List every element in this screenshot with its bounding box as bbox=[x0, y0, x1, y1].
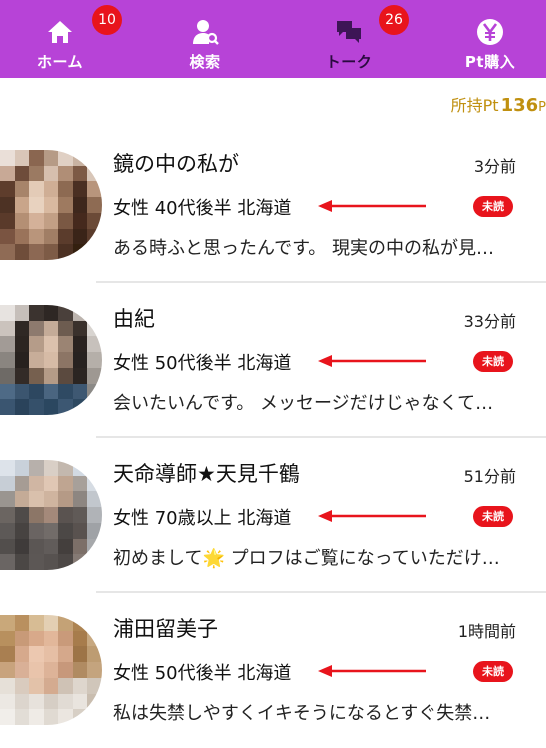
sender-name: 由紀 bbox=[113, 307, 155, 331]
unread-badge: 未読 bbox=[473, 506, 513, 527]
unread-badge: 未読 bbox=[473, 196, 513, 217]
sender-profile: 女性 40代後半 北海道 bbox=[113, 198, 292, 219]
sender-profile: 女性 50代後半 北海道 bbox=[113, 663, 292, 684]
home-icon bbox=[48, 21, 72, 43]
timestamp: 51分前 bbox=[463, 467, 516, 486]
nav-label-talk: トーク bbox=[325, 53, 373, 71]
red-arrow-icon bbox=[318, 665, 426, 677]
unread-badge: 未読 bbox=[473, 661, 513, 682]
red-arrow-icon bbox=[318, 355, 426, 367]
nav-item-buy-points[interactable]: Pt購入 bbox=[430, 0, 546, 78]
points-label: 所持Pt bbox=[450, 96, 499, 115]
timestamp: 33分前 bbox=[463, 312, 516, 331]
sender-profile: 女性 50代後半 北海道 bbox=[113, 353, 292, 374]
pixelated-photo bbox=[0, 615, 102, 725]
points-unit: P bbox=[538, 100, 546, 115]
sender-name: 浦田留美子 bbox=[113, 617, 218, 641]
nav-label-home: ホーム bbox=[36, 53, 84, 71]
sender-name: 天命導師★天見千鶴 bbox=[113, 462, 300, 486]
user-search-icon bbox=[193, 20, 219, 45]
timestamp: 3分前 bbox=[473, 157, 516, 176]
pixelated-photo bbox=[0, 460, 102, 570]
nav-item-talk[interactable]: トーク 26 bbox=[289, 0, 409, 78]
message-preview: 会いたいんです。 メッセージだけじゃなくて… bbox=[113, 393, 494, 414]
message-row[interactable]: 浦田留美子 1時間前 女性 50代後半 北海道 未読 私は失禁しやすくイキそうに… bbox=[0, 593, 546, 748]
unread-badge: 未読 bbox=[473, 351, 513, 372]
message-row[interactable]: 天命導師★天見千鶴 51分前 女性 70歳以上 北海道 未読 初めまして🌟 プロ… bbox=[0, 438, 546, 593]
avatar[interactable] bbox=[0, 615, 102, 725]
message-preview: 私は失禁しやすくイキそうになるとすぐ失禁… bbox=[113, 703, 491, 724]
talk-notification-badge: 26 bbox=[379, 5, 409, 35]
points-balance: 所持Pt 136P bbox=[450, 92, 546, 116]
nav-label-search: 検索 bbox=[189, 53, 221, 71]
pixelated-photo bbox=[0, 305, 102, 415]
message-row[interactable]: 由紀 33分前 女性 50代後半 北海道 未読 会いたいんです。 メッセージだけ… bbox=[0, 283, 546, 438]
pixelated-photo bbox=[0, 150, 102, 260]
message-list: 鏡の中の私が 3分前 女性 40代後半 北海道 未読 ある時ふと思ったんです。 … bbox=[0, 128, 546, 748]
message-preview: ある時ふと思ったんです。 現実の中の私が見… bbox=[113, 238, 495, 259]
timestamp: 1時間前 bbox=[457, 622, 516, 641]
avatar[interactable] bbox=[0, 460, 102, 570]
red-arrow-icon bbox=[318, 200, 426, 212]
nav-item-search[interactable]: 検索 bbox=[145, 0, 265, 78]
nav-label-buy-points: Pt購入 bbox=[464, 53, 516, 71]
yen-coin-icon bbox=[477, 19, 503, 45]
message-preview: 初めまして🌟 プロフはご覧になっていただけ… bbox=[113, 548, 500, 569]
sender-profile: 女性 70歳以上 北海道 bbox=[113, 508, 292, 529]
bottom-nav-bar: ホーム 10 検索 トーク 26 Pt購入 bbox=[0, 0, 546, 78]
sender-name: 鏡の中の私が bbox=[113, 152, 239, 176]
chat-bubbles-icon bbox=[337, 21, 361, 43]
nav-item-home[interactable]: ホーム 10 bbox=[0, 0, 122, 78]
message-row[interactable]: 鏡の中の私が 3分前 女性 40代後半 北海道 未読 ある時ふと思ったんです。 … bbox=[0, 128, 546, 283]
avatar[interactable] bbox=[0, 305, 102, 415]
avatar[interactable] bbox=[0, 150, 102, 260]
points-value: 136 bbox=[500, 95, 539, 116]
home-notification-badge: 10 bbox=[92, 5, 122, 35]
red-arrow-icon bbox=[318, 510, 426, 522]
